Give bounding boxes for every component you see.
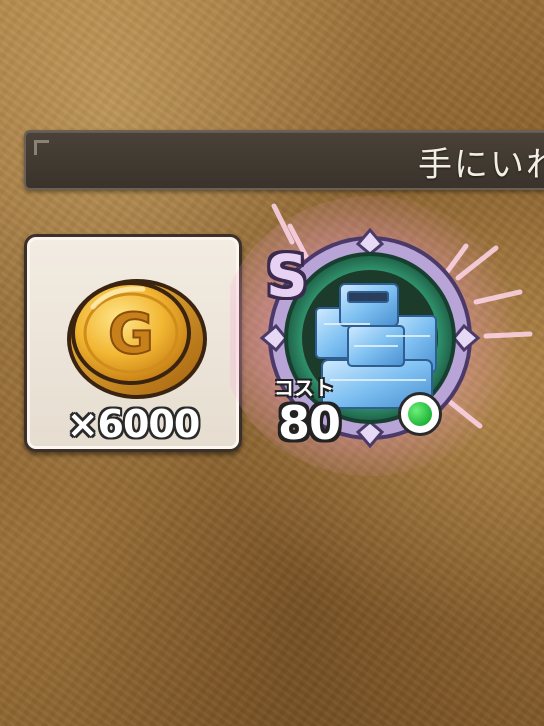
banner-corner-ornament — [34, 140, 49, 155]
monster-reward-medal[interactable]: S コスト 80 — [230, 196, 540, 486]
gold-coin-icon: G — [67, 279, 207, 399]
gold-reward-card[interactable]: G ×6000 — [24, 234, 242, 452]
ice-golem-monster-icon — [230, 196, 533, 476]
type-indicator-dot — [398, 392, 442, 436]
coin-letter: G — [108, 302, 154, 367]
banner-title: 手にいれ — [418, 145, 544, 185]
header-banner: 手にいれ — [24, 130, 544, 190]
rank-badge: S — [266, 242, 308, 310]
gold-quantity: ×6000 — [66, 402, 201, 446]
cost-value: 80 — [278, 396, 341, 450]
